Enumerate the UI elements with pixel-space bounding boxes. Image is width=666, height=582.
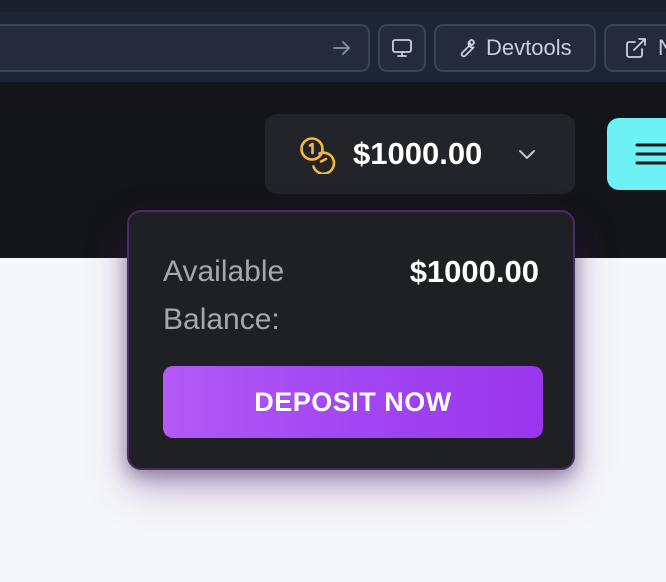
open-new-label: N xyxy=(658,35,666,60)
balance-dropdown-button[interactable]: $1000.00 xyxy=(265,114,575,194)
balance-popover: Available Balance: $1000.00 DEPOSIT NOW xyxy=(127,210,575,470)
devtools-button[interactable]: Devtools xyxy=(434,24,596,72)
chevron-down-icon xyxy=(519,150,535,159)
deposit-now-button[interactable]: DEPOSIT NOW xyxy=(163,366,543,438)
wrench-icon xyxy=(460,38,476,58)
balance-amount: $1000.00 xyxy=(353,136,483,171)
menu-button[interactable] xyxy=(607,118,666,190)
monitor-icon xyxy=(392,39,412,57)
available-balance-value: $1000.00 xyxy=(409,254,539,289)
available-balance-label: Available Balance: xyxy=(163,255,285,336)
external-link-icon xyxy=(626,38,646,58)
devtools-label: Devtools xyxy=(486,35,572,60)
arrow-right-icon[interactable] xyxy=(330,36,354,60)
url-input[interactable] xyxy=(0,24,370,72)
coins-icon xyxy=(300,137,336,174)
browser-toolbar: Devtools N xyxy=(0,0,666,82)
browser-tab-strip xyxy=(0,0,666,12)
open-new-window-button[interactable]: N xyxy=(604,24,666,72)
menu-icon xyxy=(635,143,666,165)
screen-view-button[interactable] xyxy=(378,24,426,72)
